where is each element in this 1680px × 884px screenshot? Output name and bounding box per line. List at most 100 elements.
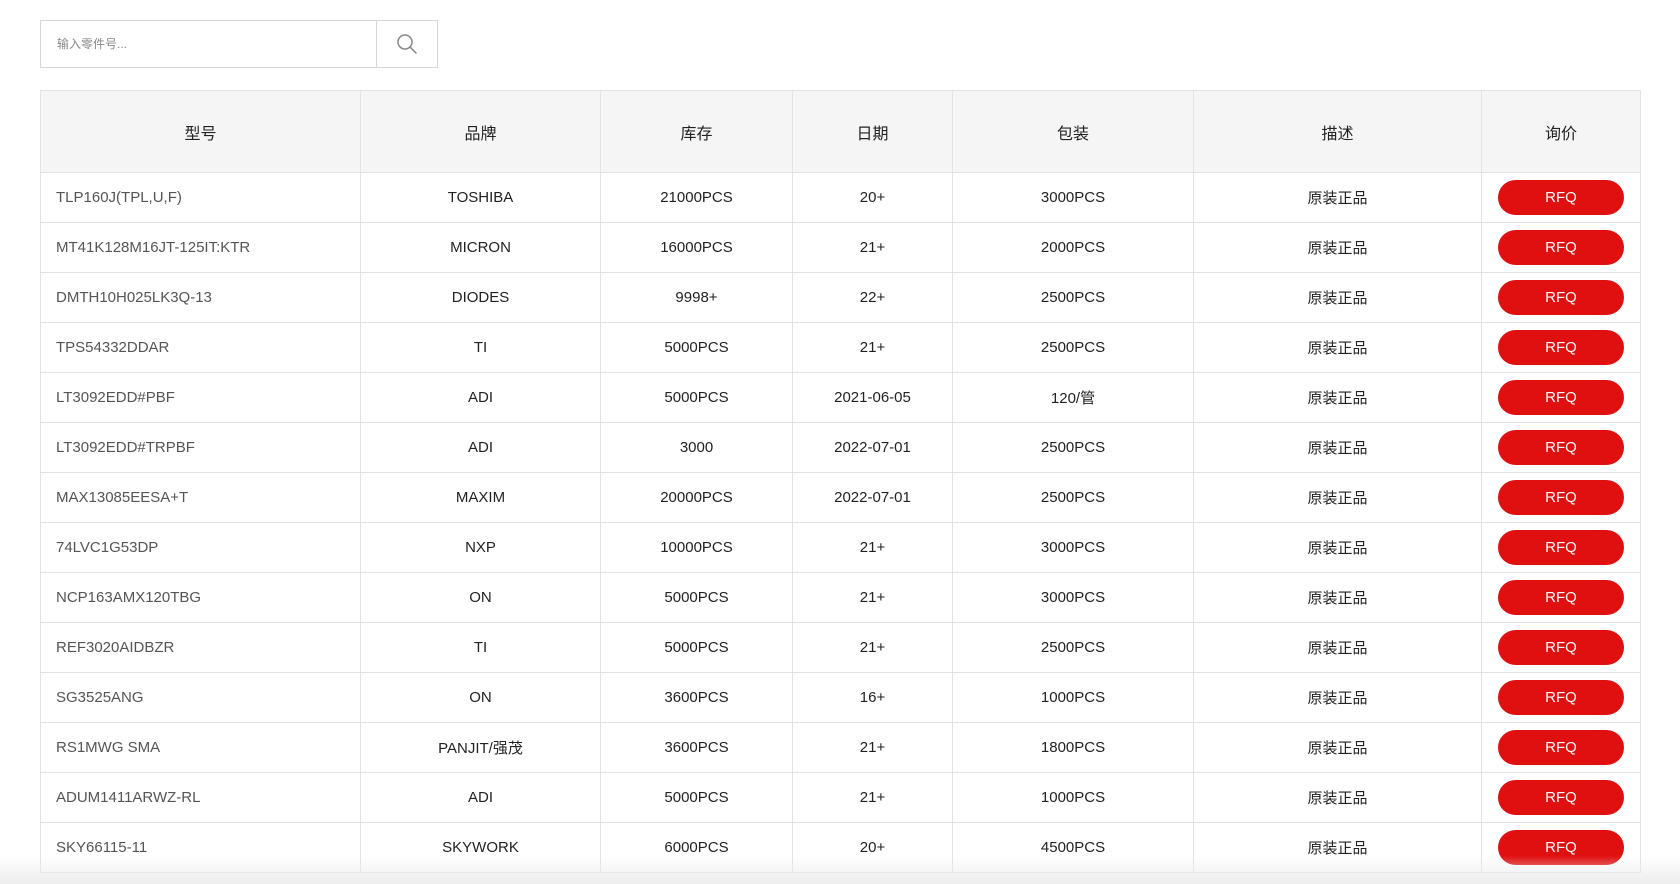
rfq-button[interactable]: RFQ xyxy=(1498,480,1624,515)
cell-brand: ON xyxy=(360,572,601,623)
rfq-button[interactable]: RFQ xyxy=(1498,630,1624,665)
rfq-button[interactable]: RFQ xyxy=(1498,230,1624,265)
cell-inquiry: RFQ xyxy=(1481,722,1641,773)
rfq-button[interactable]: RFQ xyxy=(1498,330,1624,365)
cell-package: 3000PCS xyxy=(952,522,1194,573)
cell-date: 20+ xyxy=(792,172,953,223)
cell-model: TPS54332DDAR xyxy=(40,322,361,373)
cell-inquiry: RFQ xyxy=(1481,672,1641,723)
cell-description: 原装正品 xyxy=(1193,172,1482,223)
cell-description: 原装正品 xyxy=(1193,272,1482,323)
cell-inquiry: RFQ xyxy=(1481,372,1641,423)
header-package: 包装 xyxy=(952,90,1194,173)
cell-package: 2500PCS xyxy=(952,322,1194,373)
cell-description: 原装正品 xyxy=(1193,322,1482,373)
cell-stock: 9998+ xyxy=(600,272,793,323)
cell-inquiry: RFQ xyxy=(1481,772,1641,823)
cell-description: 原装正品 xyxy=(1193,222,1482,273)
cell-description: 原装正品 xyxy=(1193,822,1482,873)
rfq-button[interactable]: RFQ xyxy=(1498,830,1624,865)
cell-brand: ADI xyxy=(360,772,601,823)
header-date: 日期 xyxy=(792,90,953,173)
cell-date: 21+ xyxy=(792,772,953,823)
table-row: REF3020AIDBZR TI 5000PCS 21+ 2500PCS 原装正品 RFQ xyxy=(40,622,1641,673)
cell-stock: 5000PCS xyxy=(600,322,793,373)
cell-package: 1000PCS xyxy=(952,672,1194,723)
table-row: SG3525ANG ON 3600PCS 16+ 1000PCS 原装正品 RFQ xyxy=(40,672,1641,723)
cell-description: 原装正品 xyxy=(1193,772,1482,823)
cell-package: 120/管 xyxy=(952,372,1194,423)
cell-package: 3000PCS xyxy=(952,172,1194,223)
cell-brand: DIODES xyxy=(360,272,601,323)
cell-inquiry: RFQ xyxy=(1481,172,1641,223)
cell-stock: 5000PCS xyxy=(600,772,793,823)
cell-model: MT41K128M16JT-125IT:KTR xyxy=(40,222,361,273)
cell-model: REF3020AIDBZR xyxy=(40,622,361,673)
cell-date: 21+ xyxy=(792,622,953,673)
cell-model: TLP160J(TPL,U,F) xyxy=(40,172,361,223)
cell-stock: 3000 xyxy=(600,422,793,473)
rfq-button[interactable]: RFQ xyxy=(1498,780,1624,815)
cell-description: 原装正品 xyxy=(1193,722,1482,773)
table-row: ADUM1411ARWZ-RL ADI 5000PCS 21+ 1000PCS 原装正品 R… xyxy=(40,772,1641,823)
cell-date: 21+ xyxy=(792,522,953,573)
parts-table: 型号 品牌 库存 日期 包装 描述 询价 TLP160J(TPL,U,F) TOS… xyxy=(40,90,1641,873)
header-inquiry: 询价 xyxy=(1481,90,1641,173)
cell-inquiry: RFQ xyxy=(1481,222,1641,273)
search-button[interactable] xyxy=(377,21,437,67)
cell-stock: 20000PCS xyxy=(600,472,793,523)
cell-description: 原装正品 xyxy=(1193,572,1482,623)
page: 型号 品牌 库存 日期 包装 描述 询价 TLP160J(TPL,U,F)TOS… xyxy=(0,0,1680,884)
rfq-button[interactable]: RFQ xyxy=(1498,180,1624,215)
search-input[interactable] xyxy=(41,21,377,67)
cell-package: 2500PCS xyxy=(952,272,1194,323)
cell-package: 4500PCS xyxy=(952,822,1194,873)
cell-inquiry: RFQ xyxy=(1481,422,1641,473)
table-row: NCP163AMX120TBG ON 5000PCS 21+ 3000PCS 原装正品 RF… xyxy=(40,572,1641,623)
header-stock: 库存 xyxy=(600,90,793,173)
cell-stock: 10000PCS xyxy=(600,522,793,573)
cell-date: 2022-07-01 xyxy=(792,422,953,473)
cell-model: NCP163AMX120TBG xyxy=(40,572,361,623)
rfq-button[interactable]: RFQ xyxy=(1498,680,1624,715)
cell-package: 2500PCS xyxy=(952,422,1194,473)
cell-package: 1800PCS xyxy=(952,722,1194,773)
cell-date: 22+ xyxy=(792,272,953,323)
cell-stock: 3600PCS xyxy=(600,672,793,723)
cell-model: LT3092EDD#TRPBF xyxy=(40,422,361,473)
cell-inquiry: RFQ xyxy=(1481,272,1641,323)
cell-stock: 5000PCS xyxy=(600,572,793,623)
cell-model: SKY66115-11 xyxy=(40,822,361,873)
table-row: LT3092EDD#PBF ADI 5000PCS 2021-06-05 120/管 原装… xyxy=(40,372,1641,423)
rfq-button[interactable]: RFQ xyxy=(1498,730,1624,765)
search-bar xyxy=(40,20,438,68)
table-row: 74LVC1G53DP NXP 10000PCS 21+ 3000PCS 原装正品 RFQ xyxy=(40,522,1641,573)
header-brand: 品牌 xyxy=(360,90,601,173)
cell-description: 原装正品 xyxy=(1193,372,1482,423)
cell-brand: MICRON xyxy=(360,222,601,273)
cell-stock: 16000PCS xyxy=(600,222,793,273)
rfq-button[interactable]: RFQ xyxy=(1498,430,1624,465)
cell-date: 21+ xyxy=(792,572,953,623)
cell-brand: SKYWORK xyxy=(360,822,601,873)
cell-model: ADUM1411ARWZ-RL xyxy=(40,772,361,823)
header-description: 描述 xyxy=(1193,90,1482,173)
cell-date: 20+ xyxy=(792,822,953,873)
cell-package: 2000PCS xyxy=(952,222,1194,273)
rfq-button[interactable]: RFQ xyxy=(1498,580,1624,615)
table-row: RS1MWG SMA PANJIT/强茂 3600PCS 21+ 1800PCS 原装正品… xyxy=(40,722,1641,773)
table-row: SKY66115-11 SKYWORK 6000PCS 20+ 4500PCS 原装正品 R… xyxy=(40,822,1641,873)
rfq-button[interactable]: RFQ xyxy=(1498,380,1624,415)
rfq-button[interactable]: RFQ xyxy=(1498,280,1624,315)
cell-inquiry: RFQ xyxy=(1481,572,1641,623)
cell-brand: TI xyxy=(360,622,601,673)
cell-stock: 3600PCS xyxy=(600,722,793,773)
rfq-button[interactable]: RFQ xyxy=(1498,530,1624,565)
cell-brand: TI xyxy=(360,322,601,373)
cell-inquiry: RFQ xyxy=(1481,622,1641,673)
cell-date: 2022-07-01 xyxy=(792,472,953,523)
table-row: TLP160J(TPL,U,F) TOSHIBA 21000PCS 20+ 3000PC… xyxy=(40,172,1641,223)
cell-description: 原装正品 xyxy=(1193,672,1482,723)
table-row: DMTH10H025LK3Q-13 DIODES 9998+ 22+ 2500PCS 原装… xyxy=(40,272,1641,323)
cell-brand: MAXIM xyxy=(360,472,601,523)
